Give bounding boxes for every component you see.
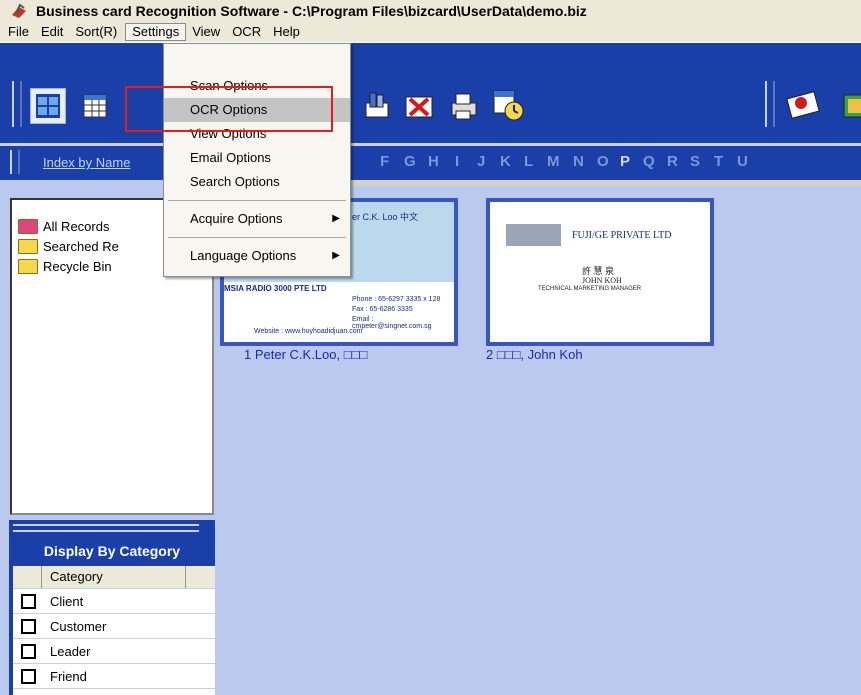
- category-header[interactable]: Category: [13, 566, 215, 589]
- menu-item-search-options[interactable]: Search Options: [164, 170, 350, 194]
- scanner-icon: [365, 92, 389, 118]
- category-row-friend[interactable]: Friend: [13, 664, 215, 689]
- printer-icon: [451, 93, 477, 120]
- category-checkbox[interactable]: [21, 593, 36, 609]
- calendar-clock-icon: [493, 90, 524, 121]
- menu-bar: File Edit Sort(R) Settings View OCR Help: [0, 22, 861, 43]
- category-label: Friend: [50, 668, 87, 684]
- category-label: Leader: [50, 643, 91, 659]
- letter-u[interactable]: U: [737, 153, 748, 170]
- letter-l[interactable]: L: [524, 153, 533, 170]
- menu-file[interactable]: File: [2, 23, 35, 41]
- card-name: er C.K. Loo 中文: [352, 212, 419, 222]
- book-icon: [843, 94, 861, 118]
- letter-k[interactable]: K: [500, 153, 511, 170]
- title-bar: Business card Recognition Software - C:\…: [0, 0, 861, 23]
- card-view-button[interactable]: [30, 88, 66, 124]
- letter-q[interactable]: Q: [643, 153, 655, 170]
- letter-p[interactable]: P: [620, 153, 630, 170]
- menu-item-email-options[interactable]: Email Options: [164, 146, 350, 170]
- category-label: Customer: [50, 618, 107, 634]
- delete-icon: [405, 96, 433, 118]
- menu-view[interactable]: View: [186, 23, 226, 41]
- letter-o[interactable]: O: [597, 153, 609, 170]
- tree-item-label: Recycle Bin: [43, 258, 112, 274]
- category-row-leader[interactable]: Leader: [13, 639, 215, 664]
- letter-t[interactable]: T: [714, 153, 723, 170]
- card-fax: Fax : 65-6286 3335: [352, 306, 413, 313]
- settings-menu: Scan Options OCR Options View Options Em…: [163, 43, 351, 277]
- letter-i[interactable]: I: [455, 153, 459, 170]
- menu-ocr[interactable]: OCR: [226, 23, 267, 41]
- menu-item-label: Acquire Options: [190, 211, 283, 226]
- category-checkbox[interactable]: [21, 668, 36, 684]
- delete-button[interactable]: [402, 89, 436, 123]
- category-label: Client: [50, 593, 84, 609]
- letter-g[interactable]: G: [404, 153, 416, 170]
- letter-f[interactable]: F: [380, 153, 389, 170]
- list-view-button[interactable]: [80, 91, 110, 121]
- card-name-en: JOHN KOH: [582, 276, 622, 285]
- card-phone: Phone : 65-6297 3335 x 128: [352, 296, 441, 303]
- menu-item-acquire-options[interactable]: Acquire Options ▶: [164, 207, 350, 231]
- card-job-title: TECHNICAL MARKETING MANAGER: [538, 286, 642, 292]
- card-caption-1[interactable]: 1 Peter C.K.Loo, □□□: [244, 347, 367, 362]
- tree-item-all-records[interactable]: All Records: [18, 216, 119, 236]
- category-panel: Display By Category Category Client Cust…: [9, 520, 215, 695]
- index-by-name-link[interactable]: Index by Name: [43, 155, 130, 170]
- letter-m[interactable]: M: [547, 153, 560, 170]
- menu-separator: [168, 237, 346, 238]
- business-card-2[interactable]: FUJI/GE PRIVATE LTD 許 慧 泉 JOHN KOH TECHN…: [486, 198, 714, 346]
- category-row-client[interactable]: Client: [13, 589, 215, 614]
- category-row-customer[interactable]: Customer: [13, 614, 215, 639]
- menu-sort[interactable]: Sort(R): [69, 23, 123, 41]
- submenu-arrow-icon: ▶: [332, 213, 340, 224]
- card-caption-2[interactable]: 2 □□□, John Koh: [486, 347, 583, 362]
- category-column-header: Category: [42, 566, 186, 588]
- email-button[interactable]: [785, 87, 821, 123]
- toolbar-grip[interactable]: [12, 81, 22, 127]
- alphabet-grip[interactable]: [10, 150, 20, 174]
- category-checkbox[interactable]: [21, 643, 36, 659]
- menu-edit[interactable]: Edit: [35, 23, 69, 41]
- category-title: Display By Category: [43, 543, 181, 559]
- app-icon: [12, 3, 26, 18]
- more-button[interactable]: [838, 89, 861, 123]
- card-email: Email : cmpeter@singnet.com.sg: [352, 316, 432, 330]
- card-view-icon: [36, 94, 60, 118]
- letter-r[interactable]: R: [667, 153, 678, 170]
- annotation-highlight-box: [125, 86, 333, 132]
- toolbar-grip-2[interactable]: [765, 81, 775, 127]
- folder-icon: [18, 258, 38, 274]
- tree-item-recycle-bin[interactable]: Recycle Bin: [18, 256, 119, 276]
- window-title: Business card Recognition Software - C:\…: [36, 3, 587, 19]
- print-button[interactable]: [446, 89, 480, 123]
- category-splitter[interactable]: [13, 524, 199, 532]
- menu-item-label: Language Options: [190, 248, 297, 263]
- envelope-icon: [786, 91, 820, 119]
- folder-icon: [18, 238, 38, 254]
- menu-help[interactable]: Help: [267, 23, 306, 41]
- tree-item-searched-records[interactable]: Searched Re: [18, 236, 119, 256]
- schedule-button[interactable]: [490, 87, 526, 123]
- submenu-arrow-icon: ▶: [332, 250, 340, 261]
- category-checkbox[interactable]: [21, 618, 36, 634]
- menu-settings[interactable]: Settings: [125, 23, 187, 41]
- letter-s[interactable]: S: [690, 153, 700, 170]
- alphabet-bar: Index by Name F G H I J K L M N O P Q R …: [0, 146, 861, 180]
- tree-item-label: Searched Re: [43, 238, 119, 254]
- menu-item-language-options[interactable]: Language Options ▶: [164, 244, 350, 268]
- card-website: Website : www.huyhoadidjuan.com: [254, 328, 363, 335]
- spreadsheet-icon: [83, 94, 107, 118]
- letter-h[interactable]: H: [428, 153, 439, 170]
- letter-j[interactable]: J: [477, 153, 485, 170]
- scan-button[interactable]: [360, 89, 394, 123]
- card-company: FUJI/GE PRIVATE LTD: [572, 230, 672, 241]
- folder-icon: [18, 218, 38, 234]
- menu-separator: [168, 200, 346, 201]
- tree-item-label: All Records: [43, 218, 110, 234]
- card-company: MSIA RADIO 3000 PTE LTD: [224, 284, 327, 293]
- letter-n[interactable]: N: [573, 153, 584, 170]
